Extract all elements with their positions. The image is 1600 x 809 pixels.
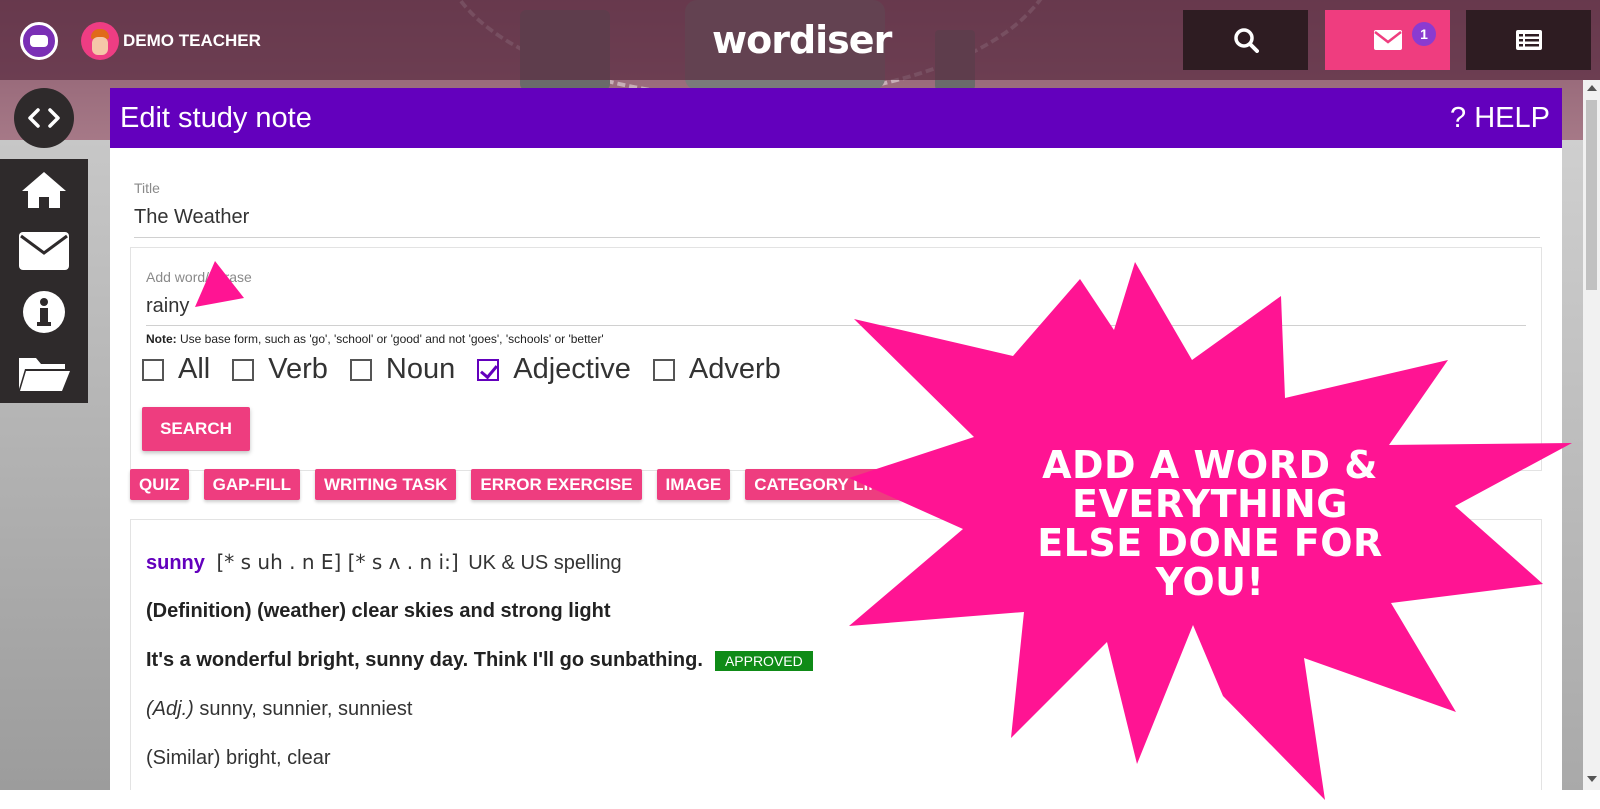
- info-icon: [23, 290, 65, 333]
- sidebar-item-folders[interactable]: [0, 342, 88, 403]
- user-name[interactable]: DEMO TEACHER: [123, 31, 261, 51]
- checkbox-box-checked[interactable]: [477, 358, 500, 381]
- card-header: Edit study note ? HELP: [110, 88, 1562, 148]
- add-word-panel: Add word/phrase Note: Use base form, suc…: [130, 247, 1542, 471]
- add-word-input[interactable]: [146, 288, 1526, 326]
- checkbox-box[interactable]: [652, 358, 675, 381]
- code-brackets-icon: [28, 108, 60, 128]
- checkbox-label: Verb: [268, 353, 328, 385]
- checkbox-all[interactable]: All: [142, 353, 210, 386]
- search-word-button[interactable]: SEARCH: [142, 407, 250, 451]
- envelope-icon: [1373, 30, 1402, 50]
- title-input[interactable]: [134, 198, 1540, 238]
- menu-avatar-icon[interactable]: [20, 22, 58, 60]
- entry-spelling: UK & US spelling: [468, 552, 622, 574]
- error-exercise-button[interactable]: ERROR EXERCISE: [471, 469, 642, 500]
- user-avatar[interactable]: [81, 22, 119, 60]
- scroll-down-arrow-icon[interactable]: [1587, 776, 1597, 782]
- envelope-icon: [19, 231, 69, 270]
- quiz-button[interactable]: QUIZ: [130, 469, 189, 500]
- title-field-label: Title: [134, 180, 160, 196]
- checkbox-label: Adverb: [688, 353, 781, 385]
- sidebar: [0, 159, 88, 403]
- writing-task-button[interactable]: WRITING TASK: [315, 469, 457, 500]
- card-title: Edit study note: [120, 101, 312, 134]
- word-heading: sunny [* s uh . n E] [* s ʌ . n i:] UK &…: [146, 550, 622, 575]
- sidebar-item-messages[interactable]: [0, 220, 88, 281]
- image-button[interactable]: IMAGE: [656, 469, 731, 500]
- add-word-label: Add word/phrase: [146, 269, 252, 285]
- entry-example: It's a wonderful bright, sunny day. Thin…: [146, 649, 703, 671]
- checkbox-label: Adjective: [513, 353, 631, 385]
- edit-study-note-card: Edit study note ? HELP Title Add word/ph…: [110, 88, 1562, 790]
- promo-text: ADD A WORD & EVERYTHING ELSE DONE FOR YO…: [1037, 443, 1383, 604]
- note-label: Note:: [146, 332, 177, 346]
- word-class-filters: All Verb Noun Adjective Adverb: [142, 353, 803, 386]
- checkbox-adjective[interactable]: Adjective: [477, 353, 631, 386]
- sidebar-toggle-button[interactable]: [14, 88, 74, 148]
- folder-open-icon: [19, 357, 70, 391]
- messages-count-badge: 1: [1412, 22, 1436, 46]
- gap-fill-button[interactable]: GAP-FILL: [203, 469, 300, 500]
- search-icon: [1233, 28, 1259, 53]
- checkbox-box[interactable]: [232, 358, 255, 381]
- entry-forms: (Adj.) sunny, sunnier, sunniest: [146, 698, 412, 721]
- home-icon: [22, 171, 66, 208]
- bottom-strip: [0, 790, 1600, 809]
- checkbox-box[interactable]: [349, 358, 372, 381]
- checkbox-noun[interactable]: Noun: [349, 353, 456, 386]
- checkbox-box[interactable]: [142, 358, 164, 381]
- category-link-button[interactable]: CATEGORY LINK: [745, 469, 902, 500]
- page-scrollbar[interactable]: [1583, 80, 1600, 790]
- sidebar-item-info[interactable]: [0, 281, 88, 342]
- entry-forms-text: sunny, sunnier, sunniest: [193, 698, 413, 720]
- entry-forms-pos: (Adj.): [146, 698, 194, 720]
- scroll-up-arrow-icon[interactable]: [1587, 85, 1597, 91]
- entry-phonetic: [* s uh . n E] [* s ʌ . n i:]: [216, 550, 459, 574]
- exercise-tools: QUIZ GAP-FILL WRITING TASK ERROR EXERCIS…: [130, 469, 917, 500]
- help-link[interactable]: ? HELP: [1450, 102, 1550, 135]
- top-bar: DEMO TEACHER wordiser 1: [0, 0, 1600, 80]
- entry-similar: (Similar) bright, clear: [146, 747, 331, 769]
- add-word-note: Note: Use base form, such as 'go', 'scho…: [146, 332, 604, 346]
- search-button[interactable]: [1183, 10, 1308, 70]
- notes-button[interactable]: [1466, 10, 1591, 70]
- scrollbar-thumb[interactable]: [1586, 100, 1597, 290]
- checkbox-adverb[interactable]: Adverb: [652, 353, 781, 386]
- checkbox-label: All: [178, 353, 211, 385]
- entry-definition: (Definition) (weather) clear skies and s…: [146, 600, 611, 622]
- note-text: Use base form, such as 'go', 'school' or…: [176, 332, 604, 346]
- status-badge: APPROVED: [714, 650, 813, 671]
- notes-list-icon: [1515, 30, 1542, 50]
- entry-example-row: It's a wonderful bright, sunny day. Thin…: [146, 649, 813, 672]
- checkbox-verb[interactable]: Verb: [232, 353, 328, 386]
- sidebar-item-home[interactable]: [0, 159, 88, 220]
- checkbox-label: Noun: [385, 353, 456, 385]
- wordiser-logo[interactable]: wordiser: [712, 18, 892, 62]
- entry-word[interactable]: sunny: [146, 552, 205, 574]
